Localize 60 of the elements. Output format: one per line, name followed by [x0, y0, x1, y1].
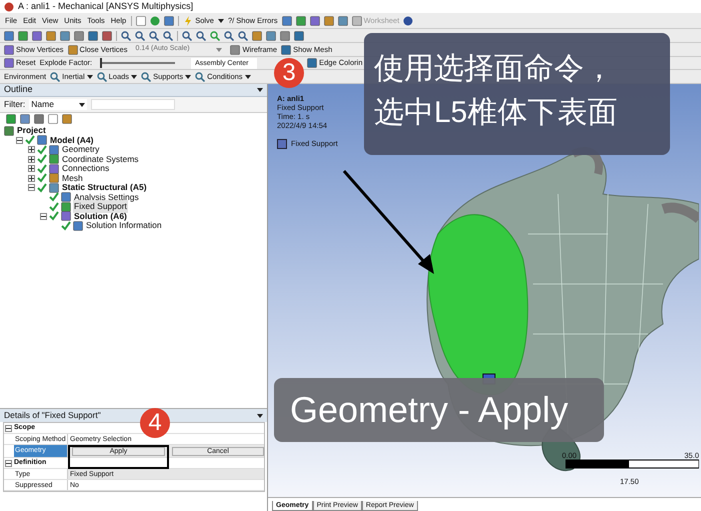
tree-item[interactable]: Model (A4) — [49, 134, 94, 147]
zoom-icon[interactable] — [210, 30, 220, 40]
zoom-icon[interactable] — [135, 30, 145, 40]
toolbar-icon[interactable] — [282, 16, 292, 26]
callout-text: Geometry - Apply — [290, 388, 568, 432]
tree-node-icon[interactable] — [49, 154, 59, 164]
toolbar-icon[interactable] — [338, 16, 348, 26]
expander-icon[interactable] — [28, 184, 35, 192]
toolbar-icon[interactable] — [230, 44, 240, 54]
tree-node-icon[interactable] — [49, 144, 59, 155]
caret-icon[interactable] — [79, 102, 86, 106]
zoom-icon[interactable] — [196, 30, 206, 40]
panel-title: Details of "Fixed Support" — [4, 409, 101, 422]
expander-icon[interactable] — [16, 136, 23, 144]
tree-node-icon[interactable] — [49, 182, 59, 193]
explode-slider-handle[interactable] — [100, 58, 102, 68]
toolbar-icon[interactable] — [324, 16, 334, 26]
zoom-icon[interactable] — [149, 30, 159, 40]
toolbar-icon[interactable] — [164, 16, 174, 26]
panel-title: Outline — [4, 83, 33, 96]
tree-item[interactable]: Fixed Support — [73, 200, 128, 214]
zoom-icon[interactable] — [238, 30, 248, 40]
tree-node-icon[interactable] — [61, 202, 71, 212]
toolbar-icon[interactable] — [281, 44, 292, 54]
tree-node-icon[interactable] — [49, 164, 59, 174]
caret-icon[interactable] — [86, 74, 93, 78]
caret-icon[interactable] — [244, 74, 251, 78]
tree-node-icon[interactable] — [4, 126, 14, 136]
toolbar-icon[interactable] — [136, 16, 146, 26]
tree-node-icon[interactable] — [49, 173, 59, 184]
toolbar-icon[interactable] — [296, 16, 306, 26]
caret-icon[interactable] — [185, 74, 192, 78]
expander-icon[interactable] — [5, 424, 12, 432]
zoom-icon[interactable] — [182, 30, 192, 40]
app-icon[interactable] — [4, 2, 14, 12]
toolbar-icon[interactable] — [310, 16, 320, 26]
filter-dropdown[interactable]: Name — [29, 99, 88, 110]
filter-search-field[interactable] — [91, 99, 176, 110]
callout-text: 选中L5椎体下表面 — [374, 95, 618, 131]
expander-icon[interactable] — [28, 174, 35, 182]
expander-icon[interactable] — [5, 460, 12, 466]
tree-item[interactable]: Project — [16, 124, 47, 138]
legend-swatch — [277, 138, 287, 149]
filter-label: Filter: — [4, 98, 26, 111]
tree-node-icon[interactable] — [61, 211, 71, 222]
callout-text: 使用选择面命令， — [374, 51, 615, 87]
window-title: A : anli1 - Mechanical [ANSYS Multiphysics] — [18, 0, 194, 13]
expander-icon[interactable] — [40, 212, 47, 220]
tree-node-icon[interactable] — [73, 220, 83, 231]
caret-icon[interactable] — [218, 18, 224, 22]
expander-icon[interactable] — [28, 146, 35, 154]
tree-node-icon[interactable] — [37, 135, 47, 146]
expander-icon[interactable] — [28, 165, 35, 172]
toolbar-icon[interactable] — [68, 44, 78, 54]
expander-icon[interactable] — [28, 156, 35, 163]
caret-icon[interactable] — [131, 74, 138, 78]
tree-node-icon[interactable] — [61, 192, 71, 202]
zoom-icon[interactable] — [163, 30, 173, 40]
zoom-icon[interactable] — [224, 30, 234, 40]
zoom-icon[interactable] — [121, 30, 131, 40]
